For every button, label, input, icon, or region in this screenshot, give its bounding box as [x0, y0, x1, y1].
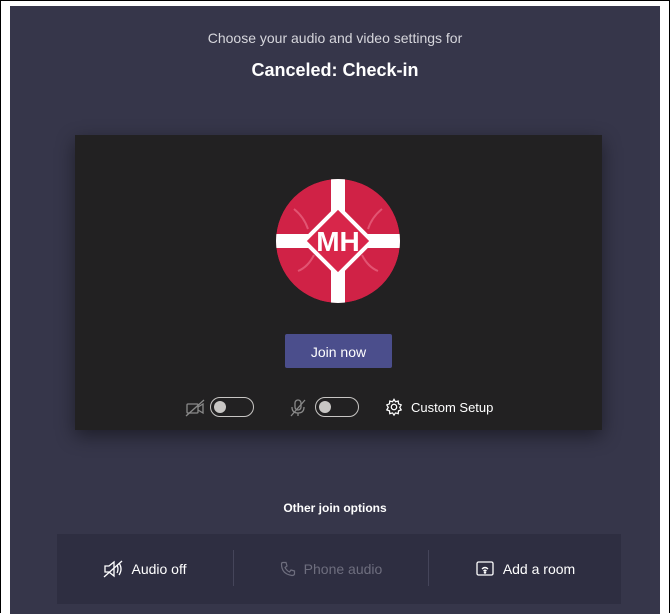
- speaker-off-icon: [104, 560, 123, 578]
- device-controls: Custom Setup: [75, 392, 602, 422]
- other-join-options-title: Other join options: [283, 501, 387, 515]
- join-now-button[interactable]: Join now: [285, 334, 392, 368]
- audio-off-label: Audio off: [131, 561, 187, 577]
- avatar: MH: [276, 179, 400, 303]
- gear-icon: [385, 398, 403, 416]
- settings-subtitle: Choose your audio and video settings for: [207, 30, 463, 46]
- mic-toggle[interactable]: [315, 397, 359, 417]
- video-preview: MH Join now Custom Setup: [75, 135, 602, 430]
- avatar-initials: MH: [316, 226, 360, 257]
- phone-audio-label: Phone audio: [303, 561, 383, 577]
- mic-toggle-knob: [319, 400, 331, 413]
- audio-off-option[interactable]: Audio off: [57, 534, 233, 604]
- cast-room-icon: [476, 561, 494, 576]
- mic-off-icon: [290, 399, 306, 417]
- camera-toggle-knob: [214, 400, 226, 413]
- add-room-option[interactable]: Add a room: [429, 534, 621, 604]
- app-window: Choose your audio and video settings for…: [0, 0, 670, 614]
- phone-audio-option[interactable]: Phone audio: [234, 534, 428, 604]
- add-room-label: Add a room: [502, 561, 576, 577]
- pre-join-screen: Choose your audio and video settings for…: [10, 6, 660, 614]
- custom-setup-label: Custom Setup: [411, 399, 494, 415]
- camera-toggle[interactable]: [210, 397, 254, 417]
- meeting-title: Canceled: Check-in: [251, 60, 419, 80]
- phone-icon: [280, 561, 295, 577]
- camera-off-icon: [185, 399, 205, 417]
- other-join-options: Audio off Phone audio Add a room: [57, 534, 621, 604]
- custom-setup-button[interactable]: Custom Setup: [385, 395, 493, 419]
